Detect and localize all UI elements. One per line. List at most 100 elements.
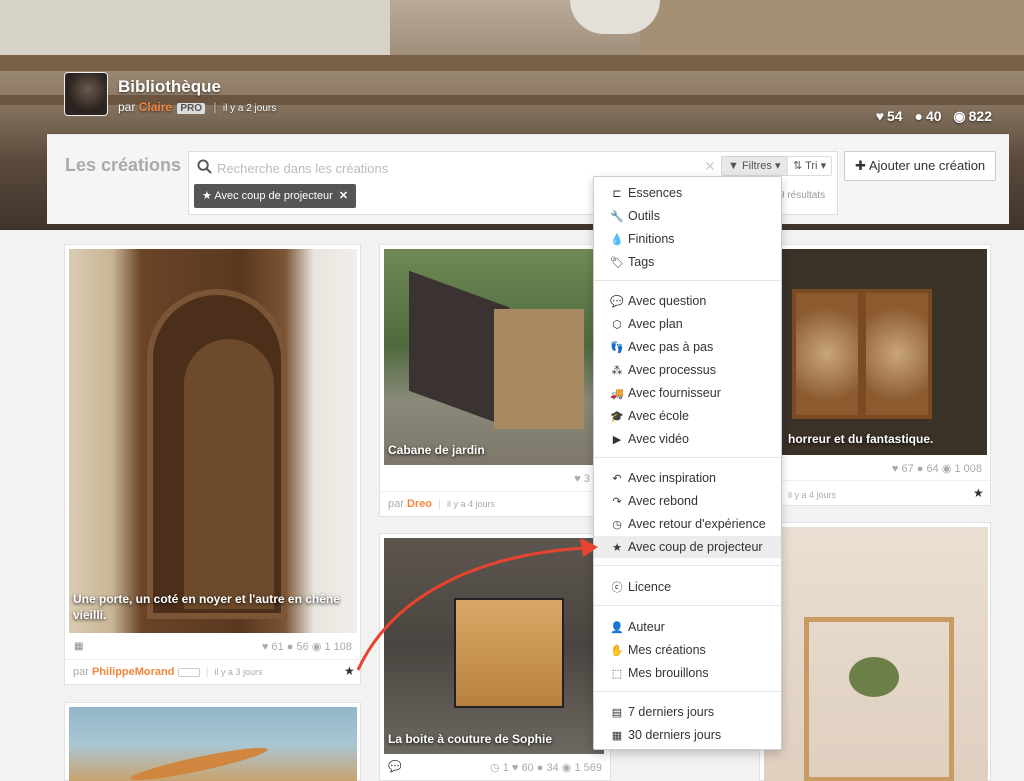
- essences-icon: ⊏: [612, 188, 622, 200]
- menu-item-licence[interactable]: ⓒ Licence: [594, 576, 781, 598]
- menu-item-label: Avec fournisseur: [628, 386, 721, 400]
- menu-divider: [594, 457, 781, 458]
- cabinet-door: [862, 289, 932, 419]
- gallery-icon: ▦: [74, 641, 84, 652]
- filters-button[interactable]: ▼ Filtres ▾: [721, 156, 788, 176]
- creation-image[interactable]: [384, 538, 604, 754]
- creation-card[interactable]: [64, 702, 361, 781]
- author-link[interactable]: PhilippeMorand: [92, 666, 175, 678]
- menu-item-label: Avec vidéo: [628, 432, 689, 446]
- menu-item-ecole[interactable]: 🎓 Avec école: [594, 405, 781, 427]
- menu-item-label: Avec rebond: [628, 494, 698, 508]
- likes-count: 3: [583, 473, 590, 485]
- creation-card[interactable]: [759, 522, 991, 781]
- menu-item-label: Avec plan: [628, 317, 683, 331]
- menu-item-fournisseur[interactable]: 🚚 Avec fournisseur: [594, 382, 781, 404]
- page-title: Bibliothèque: [118, 77, 221, 96]
- creation-image[interactable]: [764, 527, 988, 781]
- menu-item-label: 7 derniers jours: [628, 705, 715, 719]
- creation-card[interactable]: Cabane de jardin ♥ 3 par Dreo | il y a 4…: [379, 244, 611, 517]
- menu-item-processus[interactable]: ⁂ Avec processus: [594, 359, 781, 381]
- date-label: il y a 2 jours: [222, 103, 277, 114]
- add-creation-label: Ajouter une création: [868, 158, 986, 173]
- creation-image[interactable]: [69, 249, 357, 633]
- hand-icon: ✋: [610, 645, 624, 657]
- menu-divider: [594, 565, 781, 566]
- star-icon[interactable]: ★: [344, 664, 355, 678]
- shelf-frame: [804, 617, 954, 781]
- menu-item-rebond[interactable]: ↷ Avec rebond: [594, 490, 781, 512]
- draft-icon: ⬚: [611, 668, 623, 680]
- rebound-icon: ↷: [612, 496, 622, 508]
- by-prefix: par: [73, 666, 89, 678]
- plant: [849, 657, 899, 697]
- search-input[interactable]: [217, 158, 697, 178]
- cabinet-door: [792, 289, 862, 419]
- creation-card[interactable]: Une porte, un coté en noyer et l'autre e…: [64, 244, 361, 685]
- creation-stats: ♥ 61 ● 56 ◉ 1 108: [261, 641, 352, 653]
- menu-item-mes-creations[interactable]: ✋ Mes créations: [594, 639, 781, 661]
- add-creation-button[interactable]: ✚ Ajouter une création: [844, 151, 997, 181]
- creation-stats: ♥ 3: [574, 473, 590, 485]
- sort-button[interactable]: ⇅ Tri ▾: [787, 156, 833, 176]
- menu-item-plan[interactable]: ⬡ Avec plan: [594, 313, 781, 335]
- creation-image[interactable]: [384, 249, 604, 465]
- menu-item-inspiration[interactable]: ↶ Avec inspiration: [594, 467, 781, 489]
- chevron-down-icon: ▾: [774, 160, 781, 172]
- menu-item-label: Avec question: [628, 294, 707, 308]
- menu-item-outils[interactable]: 🔧 Outils: [594, 205, 781, 227]
- active-filter-chip[interactable]: ★ Avec coup de projecteur ✕: [194, 184, 357, 208]
- star-icon: ★: [202, 190, 212, 202]
- menu-item-question[interactable]: 💬 Avec question: [594, 290, 781, 312]
- menu-item-label: 30 derniers jours: [628, 728, 722, 742]
- calendar-icon: ▦: [611, 730, 623, 742]
- filters-dropdown-menu: ⊏ Essences 🔧 Outils 💧 Finitions 🏷 Tags 💬 Avec…: [593, 176, 782, 750]
- menu-item-tags[interactable]: 🏷 Tags: [594, 251, 781, 273]
- remove-filter-icon[interactable]: ✕: [339, 190, 348, 202]
- creation-caption: La boite à couture de Sophie: [388, 732, 553, 746]
- author-link[interactable]: Dreo: [407, 498, 432, 510]
- drop-icon: 💧: [610, 234, 624, 246]
- avatar[interactable]: [64, 72, 108, 116]
- section-title: Les créations: [65, 155, 182, 175]
- comment-icon: ●: [914, 108, 923, 124]
- menu-item-coup-de-projecteur[interactable]: ★ Avec coup de projecteur: [594, 536, 781, 558]
- menu-item-mes-brouillons[interactable]: ⬚ Mes brouillons: [594, 662, 781, 684]
- menu-item-retour-experience[interactable]: ◷ Avec retour d'expérience: [594, 513, 781, 535]
- filter-icon: ▼: [728, 160, 739, 172]
- feedback-icon: ◷: [612, 519, 622, 531]
- cube-icon: ⬡: [612, 319, 622, 331]
- menu-item-30-jours[interactable]: ▦ 30 derniers jours: [594, 724, 781, 746]
- process-icon: ⁂: [611, 365, 623, 377]
- menu-item-7-jours[interactable]: ▤ 7 derniers jours: [594, 701, 781, 723]
- sewing-box: [454, 598, 564, 708]
- star-icon[interactable]: ★: [973, 486, 984, 500]
- menu-item-video[interactable]: ▶ Avec vidéo: [594, 428, 781, 450]
- author-link[interactable]: Claire: [139, 100, 172, 114]
- creations-toolbar: Les créations ✕ ▼ Filtres ▾ ⇅ Tri ▾ ★ Av…: [47, 134, 1009, 224]
- menu-item-auteur[interactable]: 👤 Auteur: [594, 616, 781, 638]
- menu-divider: [594, 691, 781, 692]
- menu-item-label: Mes brouillons: [628, 666, 709, 680]
- menu-divider: [594, 280, 781, 281]
- clear-icon[interactable]: ✕: [704, 158, 716, 175]
- menu-item-pas-a-pas[interactable]: 👣 Avec pas à pas: [594, 336, 781, 358]
- menu-item-label: Tags: [628, 255, 655, 269]
- menu-item-finitions[interactable]: 💧 Finitions: [594, 228, 781, 250]
- menu-item-label: Avec inspiration: [628, 471, 717, 485]
- menu-item-label: Auteur: [628, 620, 665, 634]
- divider: [380, 491, 610, 492]
- calendar-icon: ▤: [611, 707, 623, 719]
- tag-icon: 🏷: [610, 257, 624, 269]
- creation-stats: ◷ 1 ♥ 60 ● 34 ◉ 1 569: [490, 762, 602, 774]
- comments-count: 56: [296, 641, 309, 653]
- creation-image[interactable]: [69, 707, 357, 781]
- door-panel: [184, 339, 274, 609]
- menu-item-essences[interactable]: ⊏ Essences: [594, 182, 781, 204]
- creation-caption: Une porte, un coté en noyer et l'autre e…: [73, 592, 340, 622]
- banner-photo-part: [640, 0, 1024, 56]
- heart-icon: ♥: [875, 108, 885, 124]
- creation-card[interactable]: La boite à couture de Sophie 💬 ◷ 1 ♥ 60 …: [379, 533, 611, 781]
- divider: [65, 659, 360, 660]
- inspiration-icon: ↶: [612, 473, 622, 485]
